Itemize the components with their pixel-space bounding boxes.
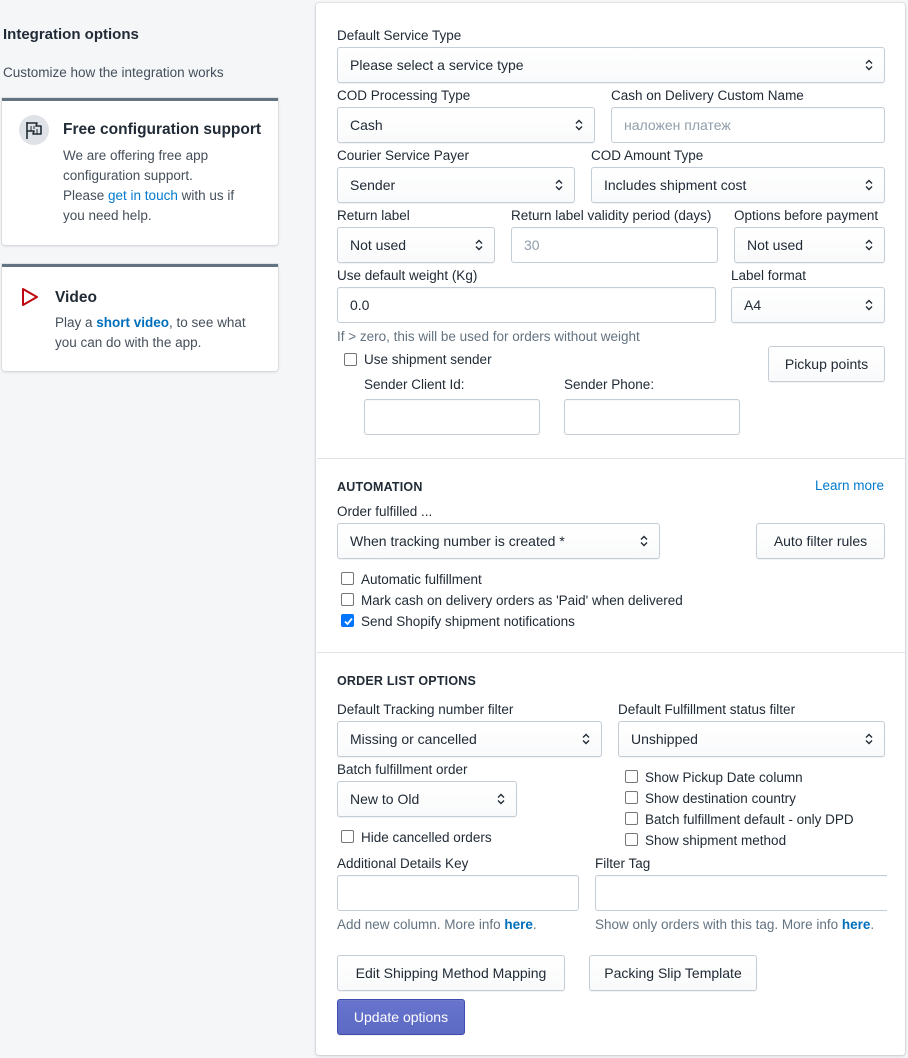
sidebar-title: Integration options bbox=[3, 26, 139, 43]
play-icon bbox=[20, 287, 40, 307]
learn-more-link[interactable]: Learn more bbox=[815, 478, 884, 493]
automatic-fulfillment-checkbox[interactable] bbox=[341, 572, 354, 585]
additional-details-here-link[interactable]: here bbox=[504, 917, 533, 932]
select-arrows-icon bbox=[865, 59, 873, 71]
select-arrows-icon bbox=[497, 793, 505, 805]
options-before-payment-label: Options before payment bbox=[734, 208, 879, 223]
cod-processing-type-select[interactable]: Cash bbox=[337, 107, 595, 143]
default-service-type-select[interactable]: Please select a service type bbox=[337, 47, 885, 83]
select-arrows-icon bbox=[865, 299, 873, 311]
select-arrows-icon bbox=[865, 239, 873, 251]
additional-details-key-label: Additional Details Key bbox=[337, 856, 469, 871]
default-weight-help: If > zero, this will be used for orders … bbox=[337, 329, 640, 344]
default-weight-label: Use default weight (Kg) bbox=[337, 268, 478, 283]
cod-custom-name-input[interactable]: наложен платеж bbox=[611, 107, 885, 143]
default-service-type-label: Default Service Type bbox=[337, 28, 462, 43]
use-shipment-sender-label: Use shipment sender bbox=[364, 352, 492, 367]
send-notifications-label: Send Shopify shipment notifications bbox=[361, 614, 575, 629]
default-weight-input[interactable]: 0.0 bbox=[337, 287, 716, 323]
auto-filter-rules-button[interactable]: Auto filter rules bbox=[756, 523, 885, 559]
select-arrows-icon bbox=[640, 535, 648, 547]
select-arrows-icon bbox=[582, 733, 590, 745]
sender-client-id-input[interactable] bbox=[364, 399, 540, 435]
video-card-text: Play a short video, to see what you can … bbox=[55, 315, 246, 350]
select-arrows-icon bbox=[475, 239, 483, 251]
courier-service-payer-select[interactable]: Sender bbox=[337, 167, 575, 203]
show-shipment-method-checkbox[interactable] bbox=[625, 833, 638, 846]
hide-cancelled-checkbox[interactable] bbox=[341, 830, 354, 843]
return-label-label: Return label bbox=[337, 208, 410, 223]
tracking-filter-select[interactable]: Missing or cancelled bbox=[337, 721, 602, 757]
packing-slip-template-button[interactable]: Packing Slip Template bbox=[589, 955, 757, 991]
section-divider bbox=[317, 652, 905, 653]
support-card-text: We are offering free app configuration s… bbox=[63, 148, 235, 223]
automation-title: AUTOMATION bbox=[337, 480, 423, 494]
filter-tag-label: Filter Tag bbox=[595, 856, 651, 871]
section-divider bbox=[317, 458, 905, 459]
short-video-link[interactable]: short video bbox=[96, 315, 169, 330]
show-shipment-method-label: Show shipment method bbox=[645, 833, 787, 848]
hide-cancelled-label: Hide cancelled orders bbox=[361, 830, 492, 845]
use-shipment-sender-checkbox[interactable] bbox=[344, 353, 357, 366]
return-label-validity-input[interactable]: 30 bbox=[511, 227, 718, 263]
filter-tag-help: Show only orders with this tag. More inf… bbox=[595, 917, 875, 932]
batch-default-dpd-label: Batch fulfillment default - only DPD bbox=[645, 812, 854, 827]
show-pickup-date-checkbox[interactable] bbox=[625, 770, 638, 783]
label-format-select[interactable]: A4 bbox=[731, 287, 885, 323]
additional-details-key-input[interactable] bbox=[337, 875, 579, 911]
mark-cod-paid-checkbox[interactable] bbox=[341, 593, 354, 606]
cod-processing-type-label: COD Processing Type bbox=[337, 88, 471, 103]
batch-default-dpd-checkbox[interactable] bbox=[625, 812, 638, 825]
video-card: Video Play a short video, to see what yo… bbox=[2, 264, 278, 371]
batch-order-select[interactable]: New to Old bbox=[337, 781, 517, 817]
show-destination-label: Show destination country bbox=[645, 791, 796, 806]
show-pickup-date-label: Show Pickup Date column bbox=[645, 770, 803, 785]
update-options-button[interactable]: Update options bbox=[337, 999, 465, 1035]
checkmark-icon bbox=[344, 617, 353, 626]
support-card-heading: Free configuration support bbox=[63, 121, 262, 138]
cod-custom-name-label: Cash on Delivery Custom Name bbox=[611, 88, 804, 103]
sidebar-description: Customize how the integration works bbox=[3, 65, 224, 80]
return-label-select[interactable]: Not used bbox=[337, 227, 495, 263]
additional-details-help: Add new column. More info here. bbox=[337, 917, 537, 932]
show-destination-checkbox[interactable] bbox=[625, 791, 638, 804]
sender-phone-label: Sender Phone: bbox=[564, 377, 655, 392]
edit-shipping-method-mapping-button[interactable]: Edit Shipping Method Mapping bbox=[337, 955, 565, 991]
order-fulfilled-label: Order fulfilled ... bbox=[337, 504, 433, 519]
mark-cod-paid-label: Mark cash on delivery orders as 'Paid' w… bbox=[361, 593, 683, 608]
flag-icon bbox=[19, 115, 49, 145]
label-format-label: Label format bbox=[731, 268, 807, 283]
order-fulfilled-select[interactable]: When tracking number is created * bbox=[337, 523, 660, 559]
filter-tag-input[interactable] bbox=[595, 875, 887, 911]
support-card: Free configuration support We are offeri… bbox=[2, 98, 278, 245]
fulfillment-filter-label: Default Fulfillment status filter bbox=[618, 702, 796, 717]
automatic-fulfillment-label: Automatic fulfillment bbox=[361, 572, 482, 587]
sender-phone-input[interactable] bbox=[564, 399, 740, 435]
cod-amount-type-label: COD Amount Type bbox=[591, 148, 704, 163]
return-label-validity-label: Return label validity period (days) bbox=[511, 208, 712, 223]
options-before-payment-select[interactable]: Not used bbox=[734, 227, 885, 263]
select-arrows-icon bbox=[865, 179, 873, 191]
courier-service-payer-label: Courier Service Payer bbox=[337, 148, 470, 163]
cod-amount-type-select[interactable]: Includes shipment cost bbox=[591, 167, 885, 203]
tracking-filter-label: Default Tracking number filter bbox=[337, 702, 514, 717]
send-notifications-checkbox[interactable] bbox=[341, 614, 354, 627]
order-list-title: ORDER LIST OPTIONS bbox=[337, 674, 477, 688]
select-arrows-icon bbox=[865, 733, 873, 745]
select-arrows-icon bbox=[555, 179, 563, 191]
batch-order-label: Batch fulfillment order bbox=[337, 762, 468, 777]
video-card-heading: Video bbox=[55, 289, 97, 306]
select-arrows-icon bbox=[575, 119, 583, 131]
sender-client-id-label: Sender Client Id: bbox=[364, 377, 465, 392]
fulfillment-filter-select[interactable]: Unshipped bbox=[618, 721, 885, 757]
filter-tag-here-link[interactable]: here bbox=[842, 917, 871, 932]
get-in-touch-link[interactable]: get in touch bbox=[108, 188, 178, 203]
pickup-points-button[interactable]: Pickup points bbox=[768, 346, 885, 382]
